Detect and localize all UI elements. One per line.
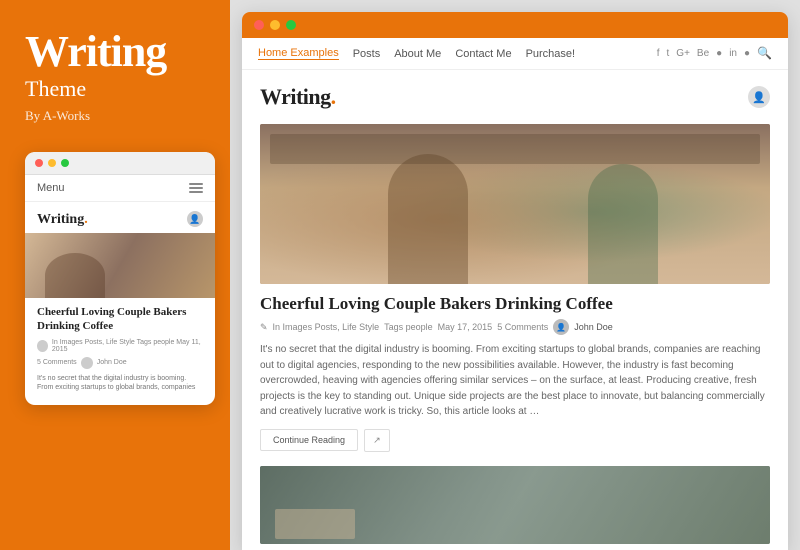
mobile-hero-image xyxy=(25,233,215,298)
mobile-menu-bar[interactable]: Menu xyxy=(25,175,215,202)
browser-window: Home Examples Posts About Me Contact Me … xyxy=(242,12,788,550)
meta-tags: Tags people xyxy=(384,322,433,332)
hamburger-icon[interactable] xyxy=(189,183,203,193)
nav-link-posts[interactable]: Posts xyxy=(353,48,381,60)
mobile-author-avatar xyxy=(81,357,93,369)
nav-social-icons: f t G+ Be ● in ● 🔍 xyxy=(657,46,772,61)
dot-green xyxy=(61,159,69,167)
hero-article: Cheerful Loving Couple Bakers Drinking C… xyxy=(260,124,770,452)
nav-link-purchase[interactable]: Purchase! xyxy=(526,48,576,60)
blog-logo: Writing. xyxy=(260,84,336,110)
mobile-article-title: Cheerful Loving Couple Bakers Drinking C… xyxy=(25,298,215,337)
mobile-logo: Writing. xyxy=(37,210,88,228)
browser-dot-yellow xyxy=(270,20,280,30)
nav-link-home[interactable]: Home Examples xyxy=(258,47,339,60)
right-panel: Home Examples Posts About Me Contact Me … xyxy=(230,0,800,550)
mobile-meta-avatar xyxy=(37,340,48,352)
nav-link-about[interactable]: About Me xyxy=(394,48,441,60)
hamburger-line-2 xyxy=(189,187,203,189)
left-panel: Writing Theme By A-Works Menu Writing. 👤… xyxy=(0,0,230,550)
figure-left xyxy=(388,154,468,284)
nav-link-contact[interactable]: Contact Me xyxy=(455,48,511,60)
meta-date: May 17, 2015 xyxy=(438,322,493,332)
second-article-image xyxy=(260,466,770,544)
blog-title-text: Writing xyxy=(260,84,331,109)
mobile-author-meta: 5 Comments John Doe xyxy=(25,355,215,371)
blog-user-icon[interactable]: 👤 xyxy=(748,86,770,108)
social-icon-be: Be xyxy=(697,48,709,59)
share-button[interactable]: ↗ xyxy=(364,429,390,452)
blog-header: Writing. 👤 xyxy=(260,84,770,110)
theme-subtitle: Theme xyxy=(25,76,86,102)
theme-byline: By A-Works xyxy=(25,108,90,124)
search-icon[interactable]: 🔍 xyxy=(757,46,772,61)
hero-article-image xyxy=(260,124,770,284)
blog-title-dot: . xyxy=(331,84,336,109)
hero-article-title: Cheerful Loving Couple Bakers Drinking C… xyxy=(260,294,770,314)
edit-icon: ✎ xyxy=(260,322,268,333)
nav-links: Home Examples Posts About Me Contact Me … xyxy=(258,47,575,60)
hero-article-meta: ✎ In Images Posts, Life Style Tags peopl… xyxy=(260,319,770,335)
mobile-author-name: John Doe xyxy=(97,359,127,366)
author-avatar: 👤 xyxy=(553,319,569,335)
mobile-meta-text: In Images Posts, Life Style Tags people … xyxy=(52,339,203,353)
mobile-meta-comments: 5 Comments xyxy=(37,359,77,366)
mobile-logo-dot: . xyxy=(84,212,88,227)
mobile-excerpt: It's no secret that the digital industry… xyxy=(25,371,215,398)
mobile-user-icon: 👤 xyxy=(187,211,203,227)
social-icon-g: G+ xyxy=(676,48,690,59)
hamburger-line-1 xyxy=(189,183,203,185)
mobile-logo-bar: Writing. 👤 xyxy=(25,202,215,233)
browser-nav: Home Examples Posts About Me Contact Me … xyxy=(242,38,788,70)
social-icon-pin: ● xyxy=(716,48,722,59)
mobile-logo-text: Writing xyxy=(37,212,84,227)
meta-comments: 5 Comments xyxy=(497,322,548,332)
mobile-menu-label: Menu xyxy=(37,182,65,194)
mobile-article-meta: In Images Posts, Life Style Tags people … xyxy=(25,337,215,355)
hero-article-excerpt: It's no secret that the digital industry… xyxy=(260,342,770,420)
social-icon-dot: ● xyxy=(744,48,750,59)
meta-categories: In Images Posts, Life Style xyxy=(273,322,380,332)
social-icon-in: in xyxy=(729,48,737,59)
hamburger-line-3 xyxy=(189,191,203,193)
browser-dot-green xyxy=(286,20,296,30)
mobile-top-bar xyxy=(25,152,215,175)
dot-red xyxy=(35,159,43,167)
continue-reading-button[interactable]: Continue Reading xyxy=(260,429,358,451)
browser-chrome xyxy=(242,12,788,38)
mobile-preview: Menu Writing. 👤 Cheerful Loving Couple B… xyxy=(25,152,215,405)
blog-content: Writing. 👤 Cheerful Loving Couple Bakers… xyxy=(242,70,788,550)
social-icon-t: t xyxy=(667,48,670,59)
social-icon-f: f xyxy=(657,48,660,59)
dot-yellow xyxy=(48,159,56,167)
theme-title: Writing xyxy=(25,30,166,74)
browser-dot-red xyxy=(254,20,264,30)
figure-right xyxy=(588,164,658,284)
article-actions: Continue Reading ↗ xyxy=(260,429,770,452)
author-name: John Doe xyxy=(574,322,613,332)
